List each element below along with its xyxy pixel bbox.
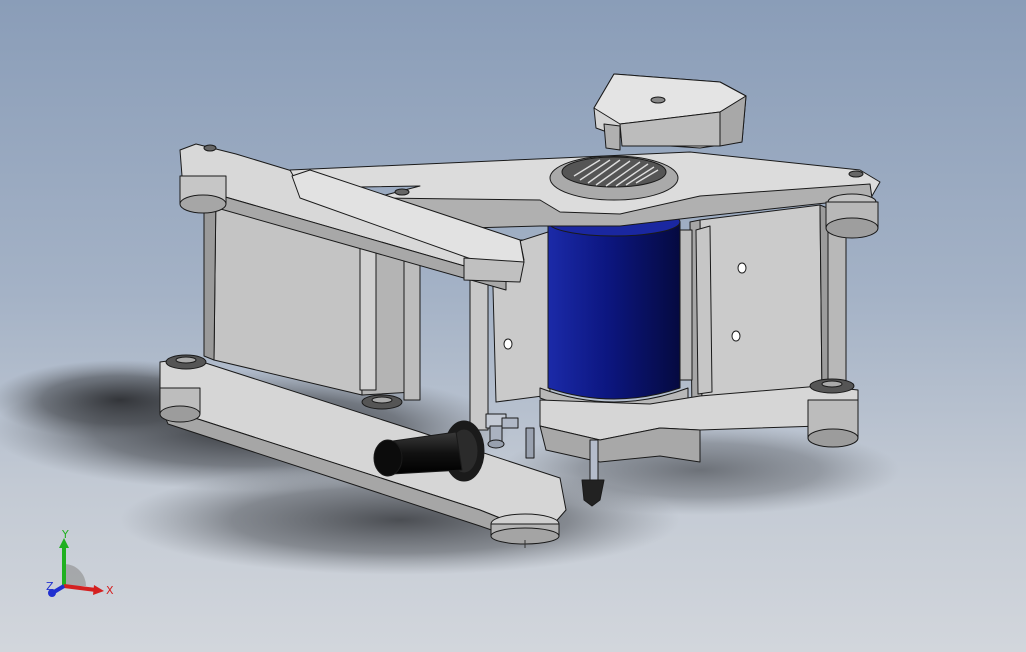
triad-x-label: X — [106, 584, 114, 597]
top-mount-block — [593, 73, 747, 151]
triad-plane — [64, 564, 86, 586]
foot-top-left — [179, 175, 227, 214]
cad-viewport[interactable]: Y X Z — [0, 0, 1026, 652]
assembly-model[interactable] — [0, 0, 1026, 652]
foot-top-right — [825, 193, 879, 239]
foot-bottom-left — [159, 387, 201, 423]
solenoid-coil — [539, 207, 689, 413]
foot-bottom-right — [807, 399, 859, 448]
triad-x-axis — [63, 584, 97, 592]
triad-z-label: Z — [46, 580, 54, 593]
triad-y-label: Y — [61, 530, 69, 541]
orientation-triad[interactable]: Y X Z — [38, 530, 118, 610]
